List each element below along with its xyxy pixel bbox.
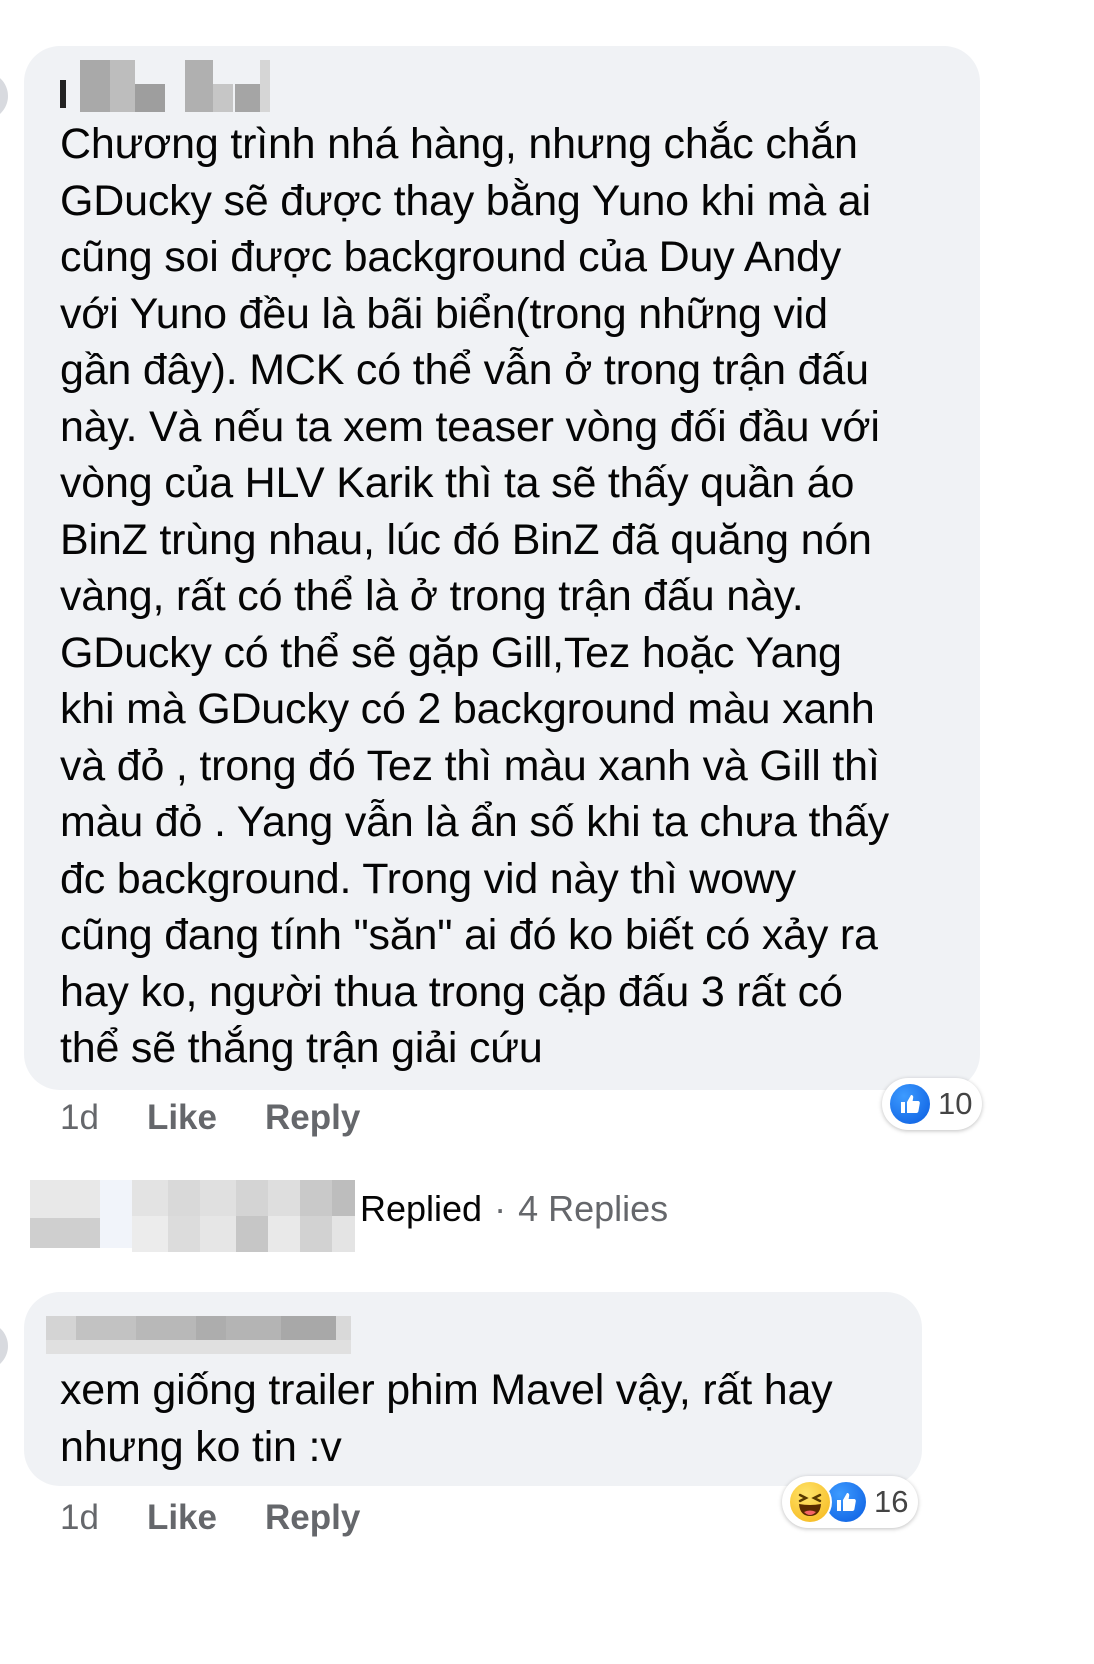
reaction-summary[interactable]: 16 bbox=[782, 1476, 919, 1528]
like-icon bbox=[888, 1082, 932, 1126]
replies-count: 4 Replies bbox=[518, 1188, 669, 1229]
comment-time[interactable]: 1d bbox=[60, 1098, 99, 1138]
reply-button[interactable]: Reply bbox=[265, 1498, 360, 1538]
author-name-blurred[interactable] bbox=[46, 1316, 351, 1354]
author-name-blurred[interactable] bbox=[60, 60, 270, 112]
comment-actions: 1d Like Reply bbox=[60, 1498, 360, 1538]
reaction-count: 16 bbox=[874, 1484, 909, 1519]
comment-text: xem giống trailer phim Mavel vậy, rất ha… bbox=[60, 1366, 833, 1471]
like-button[interactable]: Like bbox=[147, 1498, 217, 1538]
comment-bubble: Chương trình nhá hàng, nhưng chắc chắn G… bbox=[24, 46, 980, 1090]
comment-time[interactable]: 1d bbox=[60, 1498, 99, 1538]
reply-author-avatars-blurred[interactable] bbox=[30, 1180, 355, 1258]
replied-label: Replied bbox=[360, 1188, 483, 1229]
avatar[interactable] bbox=[0, 72, 8, 120]
avatar[interactable] bbox=[0, 1322, 8, 1370]
reaction-count: 10 bbox=[938, 1086, 973, 1121]
comment-actions: 1d Like Reply bbox=[60, 1098, 360, 1138]
haha-icon bbox=[788, 1480, 832, 1524]
reply-button[interactable]: Reply bbox=[265, 1098, 360, 1138]
like-button[interactable]: Like bbox=[147, 1098, 217, 1138]
reaction-summary[interactable]: 10 bbox=[882, 1078, 983, 1130]
comment-bubble: xem giống trailer phim Mavel vậy, rất ha… bbox=[24, 1292, 922, 1486]
comment-text: Chương trình nhá hàng, nhưng chắc chắn G… bbox=[60, 120, 889, 1072]
replies-separator: · bbox=[494, 1188, 507, 1229]
view-replies-link[interactable]: Replied · 4 Replies bbox=[360, 1188, 668, 1230]
